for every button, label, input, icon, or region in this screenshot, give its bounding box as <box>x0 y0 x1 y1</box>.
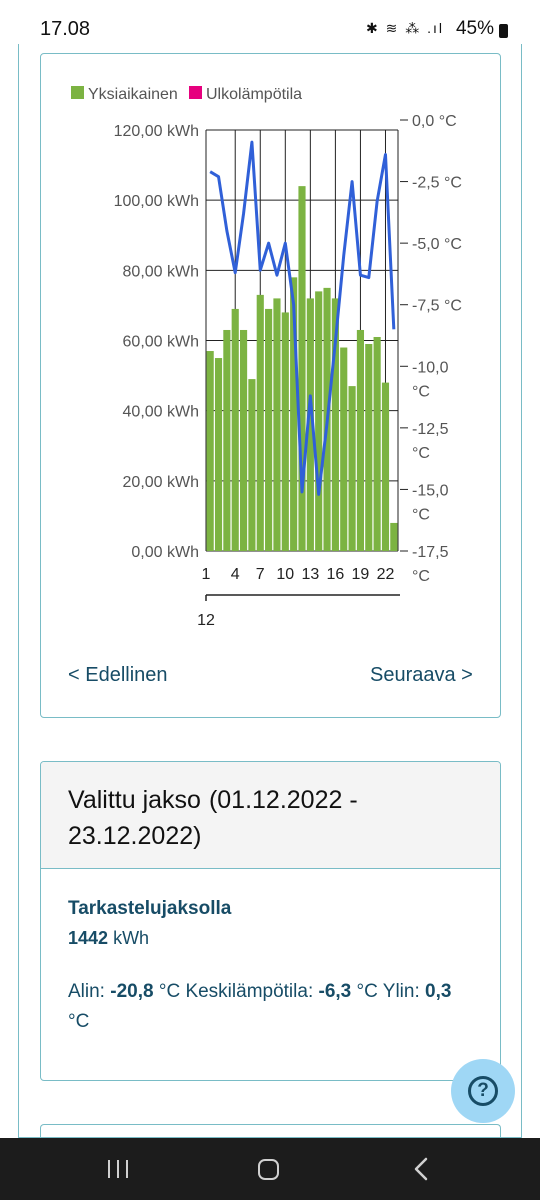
system-navigation-bar <box>0 1138 540 1200</box>
y-left-tick-label: 40,00 kWh <box>123 404 199 421</box>
y-right-tick-label: °C <box>412 383 430 400</box>
avg-temp-value: -6,3 <box>318 981 352 1002</box>
consumption-bar <box>223 329 231 551</box>
consumption-bar <box>365 344 373 551</box>
back-icon[interactable] <box>414 1157 428 1181</box>
period-card-header: Valittu jakso (01.12.2022 - 23.12.2022) <box>41 762 500 869</box>
x-tick-label: 22 <box>377 566 395 583</box>
y-left-tick-label: 120,00 kWh <box>114 123 199 140</box>
x-group-label: 12 <box>197 612 215 629</box>
avg-temp-label: °C Keskilämpötila: <box>158 981 314 1002</box>
y-right-tick-label: -7,5 °C <box>412 298 462 315</box>
review-period-heading: Tarkastelujaksolla <box>68 898 232 919</box>
consumption-bar <box>206 351 214 551</box>
chart-legend[interactable]: Yksiaikainen Ulkolämpötila <box>71 86 302 103</box>
recent-apps-icon[interactable] <box>108 1160 130 1178</box>
y-right-tick-label: 0,0 °C <box>412 113 457 130</box>
y-left-tick-label: 60,00 kWh <box>123 334 199 351</box>
consumption-bar <box>348 386 356 551</box>
home-icon[interactable] <box>258 1159 279 1180</box>
max-temp-unit: °C <box>68 1011 90 1032</box>
legend-label-consumption: Yksiaikainen <box>88 86 178 103</box>
x-tick-label: 10 <box>276 566 294 583</box>
consumption-bar <box>239 329 248 551</box>
consumption-temperature-chart: Yksiaikainen Ulkolämpötila 120,00 kWh100,… <box>71 86 462 629</box>
y-right-tick-label: -12,5 <box>412 421 449 438</box>
y-left-tick-label: 20,00 kWh <box>123 474 199 491</box>
consumption-bar <box>214 358 223 551</box>
y-right-tick-label: -2,5 °C <box>412 175 462 192</box>
consumption-bar <box>281 312 289 551</box>
x-tick-label: 1 <box>202 566 211 583</box>
consumption-bar <box>248 379 256 551</box>
consumption-bar <box>381 382 390 551</box>
consumption-bar <box>273 298 281 551</box>
max-temp-value: 0,3 <box>425 981 452 1002</box>
y-left-tick-label: 0,00 kWh <box>131 544 199 561</box>
consumption-bar <box>265 308 273 551</box>
y-right-tick-label: -17,5 <box>412 544 449 561</box>
total-consumption-value: 1442 <box>68 928 109 948</box>
y-right-tick-label: -15,0 <box>412 482 449 499</box>
consumption-bar <box>231 308 239 551</box>
legend-swatch-consumption <box>71 86 84 99</box>
next-period-link[interactable]: Seuraava > <box>370 664 473 687</box>
period-title-label: Valittu jakso <box>68 786 201 814</box>
y-axis-right: 0,0 °C -2,5 °C -5,0 °C -7,5 °C -10,0 °C -12,5 °… <box>400 113 462 585</box>
x-tick-label: 19 <box>352 566 370 583</box>
y-right-tick-label: -5,0 °C <box>412 236 462 253</box>
consumption-bar <box>373 336 381 551</box>
consumption-bar <box>390 522 398 551</box>
temperature-summary: Alin: -20,8 °C Keskilämpötila: -6,3 °C Y… <box>68 977 478 1037</box>
legend-label-temperature: Ulkolämpötila <box>206 86 302 103</box>
legend-swatch-temperature <box>189 86 202 99</box>
total-consumption-unit: kWh <box>113 928 150 948</box>
consumption-bar <box>298 186 306 551</box>
y-right-tick-label: °C <box>412 445 430 462</box>
y-right-tick-label: °C <box>412 506 430 523</box>
y-left-tick-label: 80,00 kWh <box>123 263 199 280</box>
consumption-bar <box>256 294 264 551</box>
next-card-edge <box>40 1124 501 1138</box>
consumption-bar <box>356 329 365 551</box>
period-title: Valittu jakso (01.12.2022 - 23.12.2022) <box>68 782 428 854</box>
previous-period-link[interactable]: < Edellinen <box>68 664 168 687</box>
min-temp-label: Alin: <box>68 981 105 1002</box>
max-temp-label: °C Ylin: <box>356 981 420 1002</box>
y-right-tick-label: -10,0 <box>412 359 449 376</box>
x-axis: 1 4 7 10 13 16 19 22 12 <box>197 566 400 629</box>
y-right-tick-label: °C <box>412 568 430 585</box>
help-button[interactable]: ? <box>451 1059 515 1123</box>
y-axis-left: 120,00 kWh 100,00 kWh 80,00 kWh 60,00 kWh 40… <box>114 123 199 561</box>
y-left-tick-label: 100,00 kWh <box>114 193 199 210</box>
question-circle-icon: ? <box>468 1076 498 1106</box>
x-tick-label: 7 <box>256 566 265 583</box>
x-tick-label: 13 <box>301 566 319 583</box>
min-temp-value: -20,8 <box>110 981 154 1002</box>
x-tick-label: 16 <box>326 566 344 583</box>
total-consumption: 1442 kWh <box>68 928 149 949</box>
consumption-bar <box>315 291 323 551</box>
consumption-bar <box>340 347 348 551</box>
x-tick-label: 4 <box>231 566 240 583</box>
